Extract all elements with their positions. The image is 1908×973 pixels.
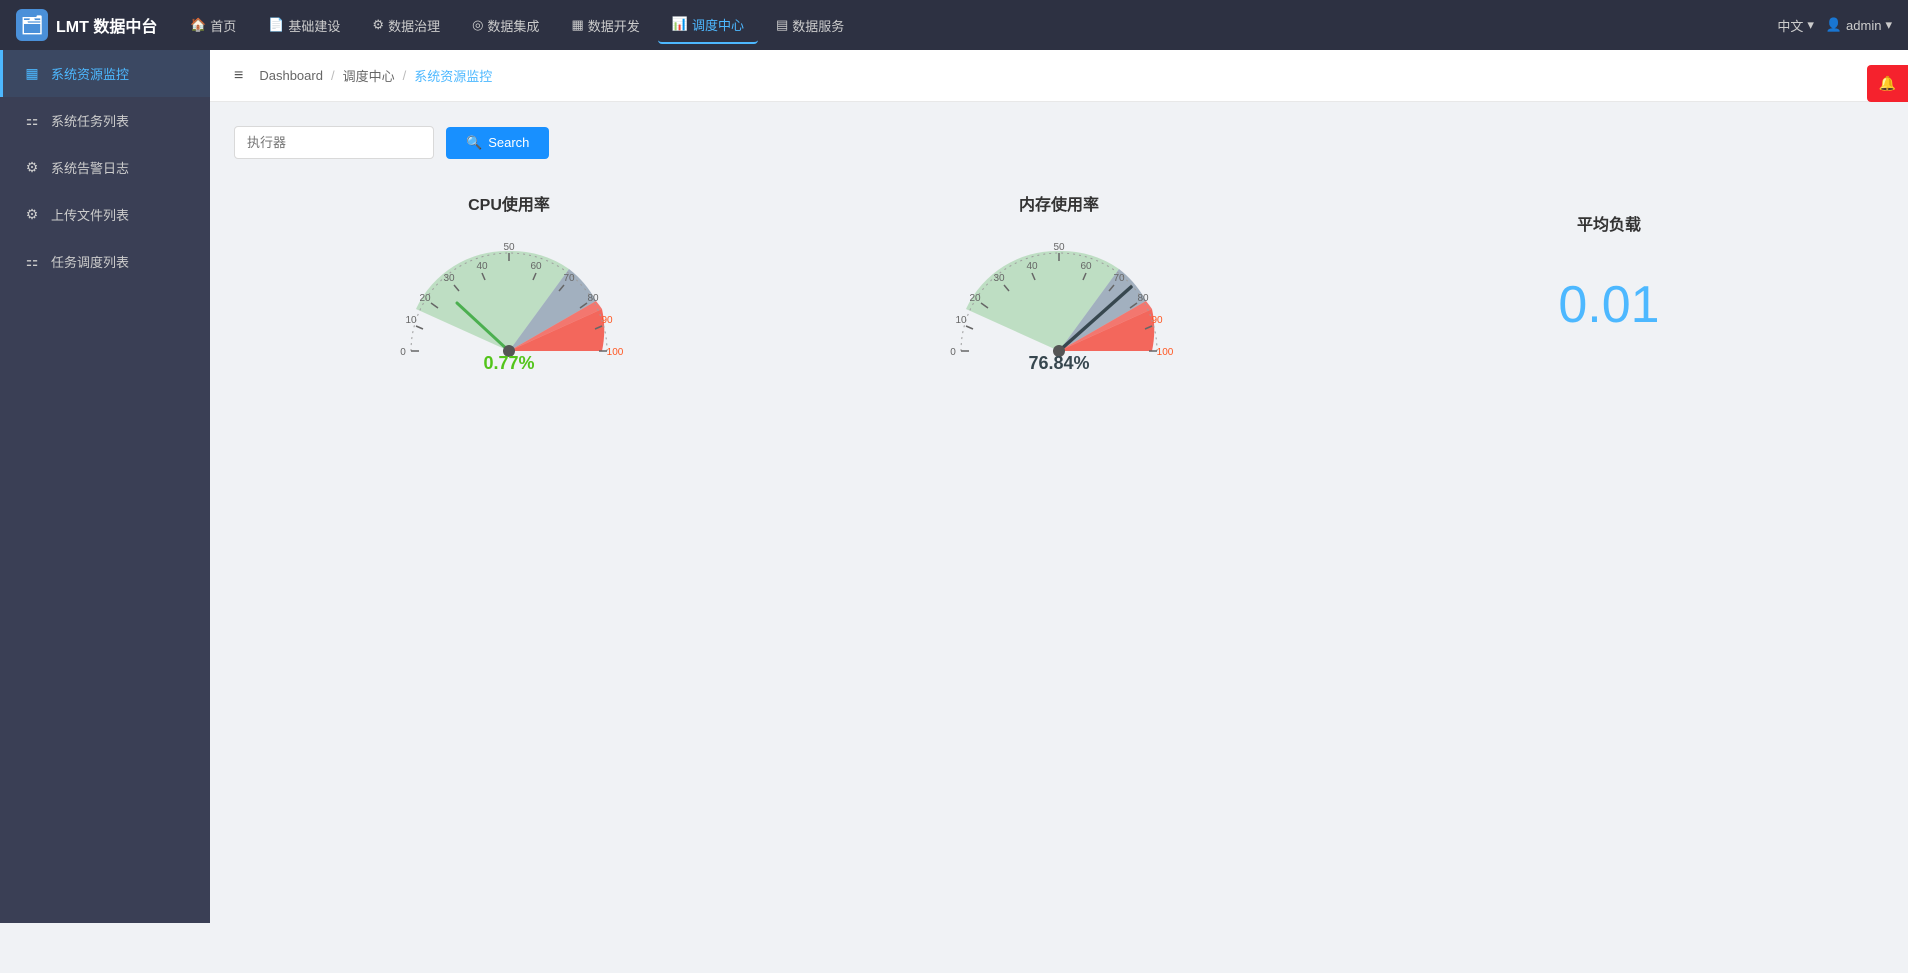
nav-item-kaifa[interactable]: ▦ 数据开发	[557, 8, 653, 43]
svg-text:100: 100	[607, 347, 624, 358]
breadcrumb-diaodu[interactable]: 调度中心	[343, 66, 395, 85]
svg-text:0: 0	[950, 347, 956, 358]
svg-text:20: 20	[419, 293, 431, 304]
nav-item-jichu[interactable]: 📄 基础建设	[254, 8, 354, 43]
nav-item-fuwu[interactable]: ▤ 数据服务	[762, 8, 858, 43]
svg-text:30: 30	[443, 273, 455, 284]
search-input[interactable]	[234, 126, 434, 159]
svg-text:60: 60	[1080, 261, 1092, 272]
svg-text:50: 50	[1053, 242, 1065, 253]
home-icon: 🏠	[190, 17, 206, 33]
svg-text:50: 50	[503, 242, 515, 253]
breadcrumb-dashboard[interactable]: Dashboard	[259, 68, 323, 83]
svg-text:40: 40	[476, 261, 488, 272]
svg-text:70: 70	[563, 273, 575, 284]
content-area: 🔍 Search CPU使用率	[210, 102, 1908, 395]
memory-gauge-section: 内存使用率 0	[784, 191, 1334, 371]
jicheng-icon: ◎	[472, 17, 483, 33]
menu-toggle-icon[interactable]: ≡	[234, 67, 243, 85]
alertlog-icon: ⚙	[23, 159, 41, 176]
avg-load-section: 平均负载 0.01	[1334, 191, 1884, 335]
breadcrumb-sep-2: /	[403, 68, 407, 83]
logo-icon: 🗂	[16, 9, 48, 41]
lang-select[interactable]: 中文 ▾	[1777, 16, 1814, 35]
svg-text:30: 30	[993, 273, 1005, 284]
breadcrumb-sep-1: /	[331, 68, 335, 83]
sidebar-item-task-list[interactable]: ⚏ 系统任务列表	[0, 97, 210, 144]
avg-load-value: 0.01	[1558, 275, 1659, 335]
logo: 🗂 LMT 数据中台	[16, 9, 176, 41]
search-icon: 🔍	[466, 135, 482, 151]
nav-item-home[interactable]: 🏠 首页	[176, 8, 250, 43]
nav-item-jicheng[interactable]: ◎ 数据集成	[458, 8, 553, 43]
nav-item-zhili[interactable]: ⚙ 数据治理	[358, 8, 454, 43]
sidebar-item-upload-list[interactable]: ⚙ 上传文件列表	[0, 191, 210, 238]
sidebar-item-schedule-list[interactable]: ⚏ 任务调度列表	[0, 238, 210, 285]
sidebar-item-alert-log[interactable]: ⚙ 系统告警日志	[0, 144, 210, 191]
search-bar: 🔍 Search	[234, 126, 1884, 159]
svg-text:70: 70	[1113, 273, 1125, 284]
cpu-gauge-container: 0 10 20 30 40	[389, 231, 629, 371]
diaodu-icon: 📊	[672, 16, 688, 32]
cpu-gauge-svg: 0 10 20 30 40	[389, 231, 629, 376]
svg-text:100: 100	[1157, 347, 1174, 358]
schedule-icon: ⚏	[23, 253, 41, 270]
main-content: ≡ Dashboard / 调度中心 / 系统资源监控 🔍 Search CPU…	[210, 50, 1908, 923]
memory-gauge-title: 内存使用率	[1019, 191, 1099, 215]
svg-text:40: 40	[1026, 261, 1038, 272]
tasklist-icon: ⚏	[23, 112, 41, 129]
svg-text:90: 90	[601, 315, 613, 326]
sidebar-item-system-monitor[interactable]: ▦ 系统资源监控	[0, 50, 210, 97]
cpu-gauge-section: CPU使用率	[234, 191, 784, 371]
svg-text:0.77%: 0.77%	[483, 353, 534, 373]
nav-item-diaodu[interactable]: 📊 调度中心	[658, 7, 758, 44]
svg-text:0: 0	[400, 347, 406, 358]
sidebar: ▦ 系统资源监控 ⚏ 系统任务列表 ⚙ 系统告警日志 ⚙ 上传文件列表 ⚏ 任务…	[0, 50, 210, 923]
logo-text: LMT 数据中台	[56, 13, 157, 37]
monitor-icon: ▦	[23, 65, 41, 82]
nav-right: 中文 ▾ 👤 admin ▾	[1777, 16, 1892, 35]
user-info[interactable]: 👤 admin ▾	[1826, 17, 1892, 33]
fuwu-icon: ▤	[776, 17, 788, 33]
memory-gauge-svg: 0 10 20 30 40 50 60 70	[939, 231, 1179, 376]
user-icon: 👤	[1826, 17, 1842, 33]
svg-text:20: 20	[969, 293, 981, 304]
svg-text:80: 80	[587, 293, 599, 304]
svg-text:80: 80	[1137, 293, 1149, 304]
breadcrumb-current: 系统资源监控	[414, 66, 492, 85]
avg-load-title: 平均负载	[1577, 211, 1641, 235]
nav-items: 🏠 首页 📄 基础建设 ⚙ 数据治理 ◎ 数据集成 ▦ 数据开发 📊 调度中心 …	[176, 7, 1777, 44]
memory-gauge-container: 0 10 20 30 40 50 60 70	[939, 231, 1179, 371]
topnav: 🗂 LMT 数据中台 🏠 首页 📄 基础建设 ⚙ 数据治理 ◎ 数据集成 ▦ 数…	[0, 0, 1908, 50]
svg-text:60: 60	[530, 261, 542, 272]
gauges-row: CPU使用率	[234, 191, 1884, 371]
kaifa-icon: ▦	[571, 17, 583, 33]
cpu-gauge-title: CPU使用率	[468, 191, 550, 215]
svg-text:76.84%: 76.84%	[1028, 353, 1089, 373]
alert-icon: 🔔	[1879, 75, 1896, 91]
zhili-icon: ⚙	[372, 17, 384, 33]
jichu-icon: 📄	[268, 17, 284, 33]
svg-text:90: 90	[1151, 315, 1163, 326]
user-chevron-icon: ▾	[1885, 17, 1892, 33]
upload-icon: ⚙	[23, 206, 41, 223]
svg-text:10: 10	[955, 315, 967, 326]
breadcrumb-bar: ≡ Dashboard / 调度中心 / 系统资源监控	[210, 50, 1908, 102]
search-button[interactable]: 🔍 Search	[446, 127, 549, 159]
svg-text:10: 10	[405, 315, 417, 326]
alert-button[interactable]: 🔔	[1867, 65, 1908, 102]
chevron-down-icon: ▾	[1807, 17, 1814, 33]
